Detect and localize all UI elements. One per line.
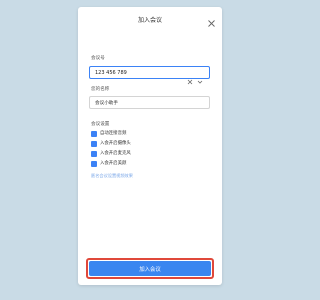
chevron-down-icon[interactable] [197,70,203,84]
meeting-id-value: 123 456 789 [95,70,127,76]
meeting-id-input[interactable]: 123 456 789 [89,66,210,85]
option-label: 自动连接音频 [100,131,127,136]
join-meeting-button[interactable]: 加入会议 [89,261,211,276]
clear-icon[interactable] [187,70,193,85]
dialog-title: 加入会议 [137,17,162,24]
checkbox[interactable] [91,141,97,155]
video-settings-link[interactable]: 匿名会议设置视频效果 [91,173,133,179]
name-label: 您的名称 [91,87,110,92]
option-label: 入会开启美颜 [100,161,127,166]
title-bar: 加入会议 [78,7,222,29]
meeting-id-label: 会议号 [91,56,105,61]
option-label: 入会开启摄像头 [100,141,131,146]
option-label: 入会开启麦克风 [100,151,131,156]
close-icon [208,20,215,27]
name-input[interactable]: 会议小助手 [89,96,210,109]
settings-label: 会议设置 [91,122,110,127]
join-button-label: 加入会议 [139,267,161,273]
name-value: 会议小助手 [95,101,118,106]
checkbox[interactable] [91,161,97,175]
join-meeting-dialog: 加入会议 会议号 123 456 789 您的名称 会议小助手 会议设置 自动连… [78,7,222,285]
close-button[interactable] [207,13,216,27]
checkbox[interactable] [91,151,97,165]
checkbox[interactable] [91,131,97,145]
